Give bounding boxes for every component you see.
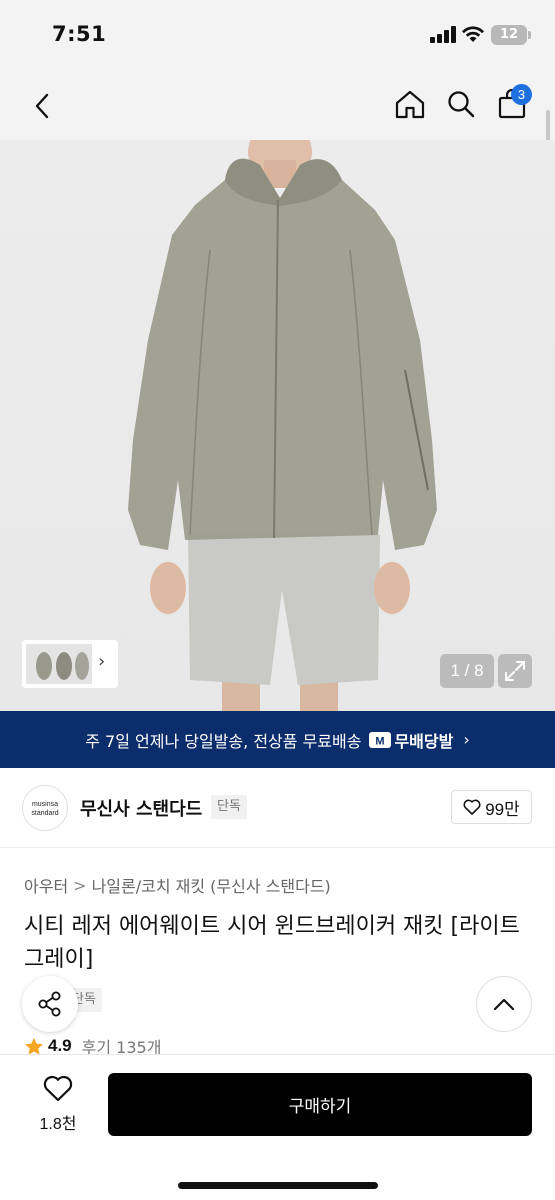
free-shipping-banner[interactable]: 주 7일 언제나 당일발송, 전상품 무료배송 M 무배당발 ›: [0, 711, 555, 768]
bottom-action-bar: 1.8천 구매하기: [0, 1054, 555, 1200]
cellular-signal-icon: [430, 26, 456, 43]
search-button[interactable]: [441, 84, 481, 124]
breadcrumb-separator: >: [73, 875, 87, 895]
heart-icon: [463, 799, 481, 815]
star-icon: [25, 1037, 43, 1055]
buy-button[interactable]: 구매하기: [108, 1073, 532, 1136]
expand-icon: [505, 661, 525, 681]
chevron-right-icon: ›: [98, 651, 106, 672]
heart-icon: [43, 1075, 73, 1102]
product-image-gallery[interactable]: › 1 / 8: [0, 140, 555, 711]
delivery-truck-icon: M: [369, 731, 392, 748]
home-button[interactable]: [390, 84, 430, 124]
search-icon: [448, 91, 475, 118]
battery-tip: [528, 31, 531, 39]
product-title: 시티 레저 에어웨이트 시어 윈드브레이커 재킷 [라이트 그레이]: [24, 914, 520, 972]
brand-row: musinsa standard 무신사 스탠다드 단독 99만: [0, 768, 555, 848]
chevron-up-icon: [493, 998, 515, 1011]
product-photo: [128, 140, 437, 711]
top-navigation-bar: [0, 70, 555, 140]
expand-image-button[interactable]: [498, 654, 532, 688]
brand-logo[interactable]: musinsa standard: [22, 785, 68, 831]
delivery-badge: M 무배당발: [369, 728, 453, 752]
brand-like-button[interactable]: 99만: [451, 790, 532, 824]
battery-icon: 12: [491, 25, 527, 45]
status-time: 7:51: [52, 22, 107, 46]
breadcrumb-item-coach-jacket[interactable]: 나일론/코치 재킷 (무신사 스탠다드): [92, 873, 331, 897]
scroll-to-top-button[interactable]: [476, 976, 532, 1032]
banner-text: 주 7일 언제나 당일발송, 전상품 무료배송: [85, 731, 362, 751]
share-button[interactable]: [22, 976, 78, 1032]
back-button[interactable]: [22, 86, 62, 126]
chevron-right-icon: ›: [463, 730, 470, 749]
cart-count-badge: 3: [511, 84, 532, 105]
share-icon: [38, 991, 61, 1017]
thumbnail-images: [26, 644, 92, 684]
rating-value: 4.9: [48, 1036, 72, 1055]
thumbnail-strip-button[interactable]: ›: [22, 640, 118, 688]
wishlist-button[interactable]: 1.8천: [30, 1075, 86, 1135]
breadcrumb-item-outer[interactable]: 아우터: [24, 873, 68, 897]
brand-like-count: 99만: [485, 799, 520, 819]
image-page-indicator: 1 / 8: [440, 654, 494, 688]
chevron-left-icon: [35, 93, 49, 119]
status-bar: 7:51 12: [0, 0, 555, 70]
wishlist-count: 1.8천: [39, 1116, 77, 1133]
home-indicator[interactable]: [178, 1182, 378, 1189]
brand-exclusive-tag: 단독: [211, 795, 247, 819]
brand-name-link[interactable]: 무신사 스탠다드: [80, 795, 202, 821]
category-breadcrumb: 아우터 > 나일론/코치 재킷 (무신사 스탠다드): [24, 873, 331, 897]
home-icon: [395, 90, 425, 119]
svg-text:M: M: [376, 735, 385, 747]
wifi-icon: [462, 26, 484, 42]
